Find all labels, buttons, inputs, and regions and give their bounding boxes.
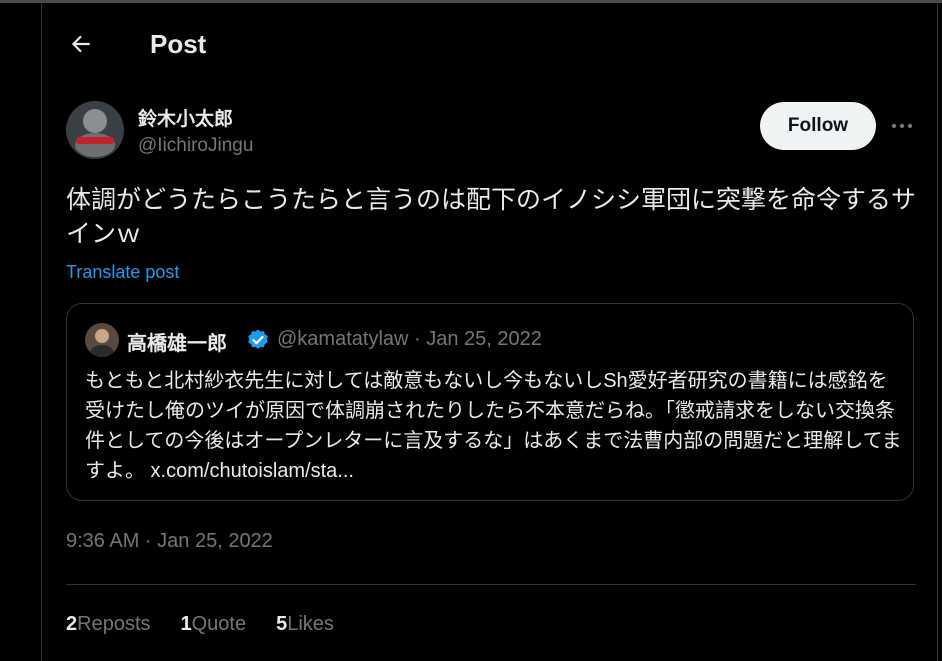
post-text: 体調がどうたらこうたらと言うのは配下のイノシシ軍団に突撃を命令するサインｗ xyxy=(66,186,917,248)
quoted-post-text: もともと北村紗衣先生に対しては敵意もないし今もないしSh愛好者研究の書籍には感銘… xyxy=(85,370,902,482)
translate-post-link[interactable]: Translate post xyxy=(66,262,179,283)
quoted-avatar-image xyxy=(85,323,119,357)
likes-stat[interactable]: 5 Likes xyxy=(276,613,334,639)
column-border-left xyxy=(41,3,42,661)
post-timestamp[interactable]: 9:36 AM · Jan 25, 2022 xyxy=(66,530,273,553)
column-border-right xyxy=(937,3,938,661)
quoted-post-meta: @kamatatylaw · Jan 25, 2022 xyxy=(277,328,542,350)
more-options-button[interactable] xyxy=(886,112,918,140)
reposts-label: Reposts xyxy=(77,613,151,635)
verified-badge-icon xyxy=(248,329,268,349)
back-button[interactable] xyxy=(62,25,100,63)
reposts-count: 2 xyxy=(66,613,78,635)
likes-label: Likes xyxy=(287,613,334,635)
follow-button[interactable]: Follow xyxy=(760,102,876,150)
divider xyxy=(66,584,916,585)
quoted-post-card[interactable]: 高橋雄一郎 @kamatatylaw · Jan 25, 2022 もともと北村… xyxy=(66,303,914,501)
quotes-label: Quote xyxy=(191,613,247,635)
ellipsis-icon xyxy=(891,123,913,129)
post-stats: 2 Reposts 1 Quote 5 Likes xyxy=(66,613,334,639)
quoted-author-avatar xyxy=(85,323,119,357)
quotes-count: 1 xyxy=(180,613,192,635)
author-name[interactable]: 鈴木小太郎 xyxy=(138,104,233,131)
author-handle[interactable]: @IichiroJingu xyxy=(138,135,253,157)
arrow-left-icon xyxy=(71,35,90,53)
quoted-author-name: 高橋雄一郎 xyxy=(127,333,227,355)
reposts-stat[interactable]: 2 Reposts xyxy=(66,613,151,639)
post-header: Post xyxy=(42,3,937,83)
quotes-stat[interactable]: 1 Quote xyxy=(181,613,247,639)
likes-count: 5 xyxy=(276,613,288,635)
avatar-image xyxy=(66,101,124,159)
author-avatar[interactable] xyxy=(66,101,124,159)
page-title: Post xyxy=(150,29,207,59)
